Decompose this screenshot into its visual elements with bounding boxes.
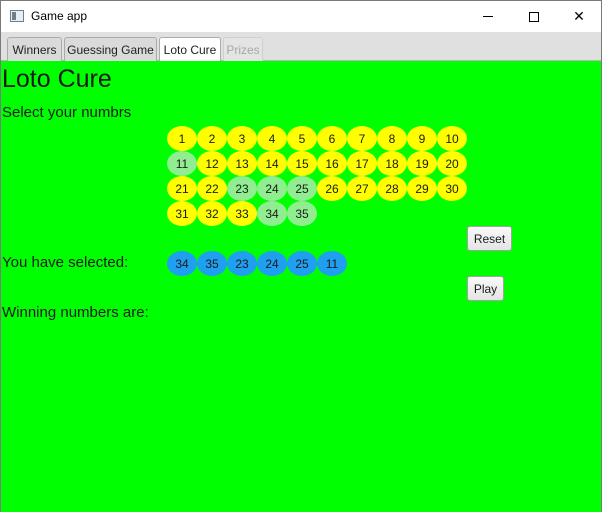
- number-ball[interactable]: 11: [167, 151, 197, 176]
- number-ball[interactable]: 10: [437, 126, 467, 151]
- number-ball[interactable]: 35: [287, 201, 317, 226]
- number-ball[interactable]: 32: [197, 201, 227, 226]
- select-numbers-label: Select your numbrs: [2, 104, 132, 121]
- tab-loto-cure[interactable]: Loto Cure: [159, 37, 221, 62]
- number-ball[interactable]: 5: [287, 126, 317, 151]
- number-ball[interactable]: 17: [347, 151, 377, 176]
- reset-button[interactable]: Reset: [467, 226, 512, 251]
- tab-winners[interactable]: Winners: [7, 37, 62, 61]
- winning-numbers-label: Winning numbers are:: [2, 304, 149, 321]
- number-ball[interactable]: 15: [287, 151, 317, 176]
- play-button[interactable]: Play: [467, 276, 504, 301]
- close-icon: ✕: [573, 8, 585, 24]
- minimize-button[interactable]: [465, 1, 511, 32]
- number-ball[interactable]: 34: [257, 201, 287, 226]
- number-ball[interactable]: 28: [377, 176, 407, 201]
- number-ball[interactable]: 20: [437, 151, 467, 176]
- number-ball[interactable]: 18: [377, 151, 407, 176]
- tab-bar: Winners Guessing Game Loto Cure Prizes: [1, 32, 601, 62]
- number-ball[interactable]: 1: [167, 126, 197, 151]
- selected-number-ball: 11: [317, 251, 347, 276]
- number-ball[interactable]: 2: [197, 126, 227, 151]
- selected-number-ball: 25: [287, 251, 317, 276]
- selected-numbers-label: You have selected:: [2, 254, 129, 271]
- number-ball[interactable]: 30: [437, 176, 467, 201]
- number-ball[interactable]: 24: [257, 176, 287, 201]
- number-ball[interactable]: 12: [197, 151, 227, 176]
- number-ball[interactable]: 29: [407, 176, 437, 201]
- number-ball[interactable]: 13: [227, 151, 257, 176]
- number-ball[interactable]: 7: [347, 126, 377, 151]
- number-ball[interactable]: 31: [167, 201, 197, 226]
- number-ball[interactable]: 4: [257, 126, 287, 151]
- tab-prizes: Prizes: [223, 37, 263, 61]
- number-ball[interactable]: 16: [317, 151, 347, 176]
- number-ball[interactable]: 23: [227, 176, 257, 201]
- selected-number-ball: 24: [257, 251, 287, 276]
- number-ball[interactable]: 33: [227, 201, 257, 226]
- app-window: Game app ✕ Winners Guessing Game Loto Cu…: [0, 0, 602, 512]
- window-title: Game app: [31, 9, 88, 23]
- app-icon: [10, 10, 24, 22]
- number-ball[interactable]: 25: [287, 176, 317, 201]
- number-ball[interactable]: 6: [317, 126, 347, 151]
- maximize-icon: [529, 11, 539, 22]
- tab-guessing-game[interactable]: Guessing Game: [64, 37, 157, 61]
- number-ball[interactable]: 9: [407, 126, 437, 151]
- number-ball[interactable]: 21: [167, 176, 197, 201]
- selected-number-ball: 34: [167, 251, 197, 276]
- close-button[interactable]: ✕: [556, 1, 602, 32]
- number-ball[interactable]: 3: [227, 126, 257, 151]
- page-title: Loto Cure: [2, 65, 112, 93]
- number-ball[interactable]: 22: [197, 176, 227, 201]
- selected-number-ball: 23: [227, 251, 257, 276]
- maximize-button[interactable]: [511, 1, 557, 32]
- number-ball[interactable]: 8: [377, 126, 407, 151]
- loto-cure-panel: Loto Cure Select your numbrs 1 2 3 4 5 6 7 8 9 10…: [1, 61, 601, 512]
- minimize-icon: [483, 16, 493, 17]
- selected-number-ball: 35: [197, 251, 227, 276]
- number-ball[interactable]: 27: [347, 176, 377, 201]
- number-ball[interactable]: 19: [407, 151, 437, 176]
- number-ball[interactable]: 26: [317, 176, 347, 201]
- number-ball[interactable]: 14: [257, 151, 287, 176]
- title-bar: Game app ✕: [1, 1, 601, 32]
